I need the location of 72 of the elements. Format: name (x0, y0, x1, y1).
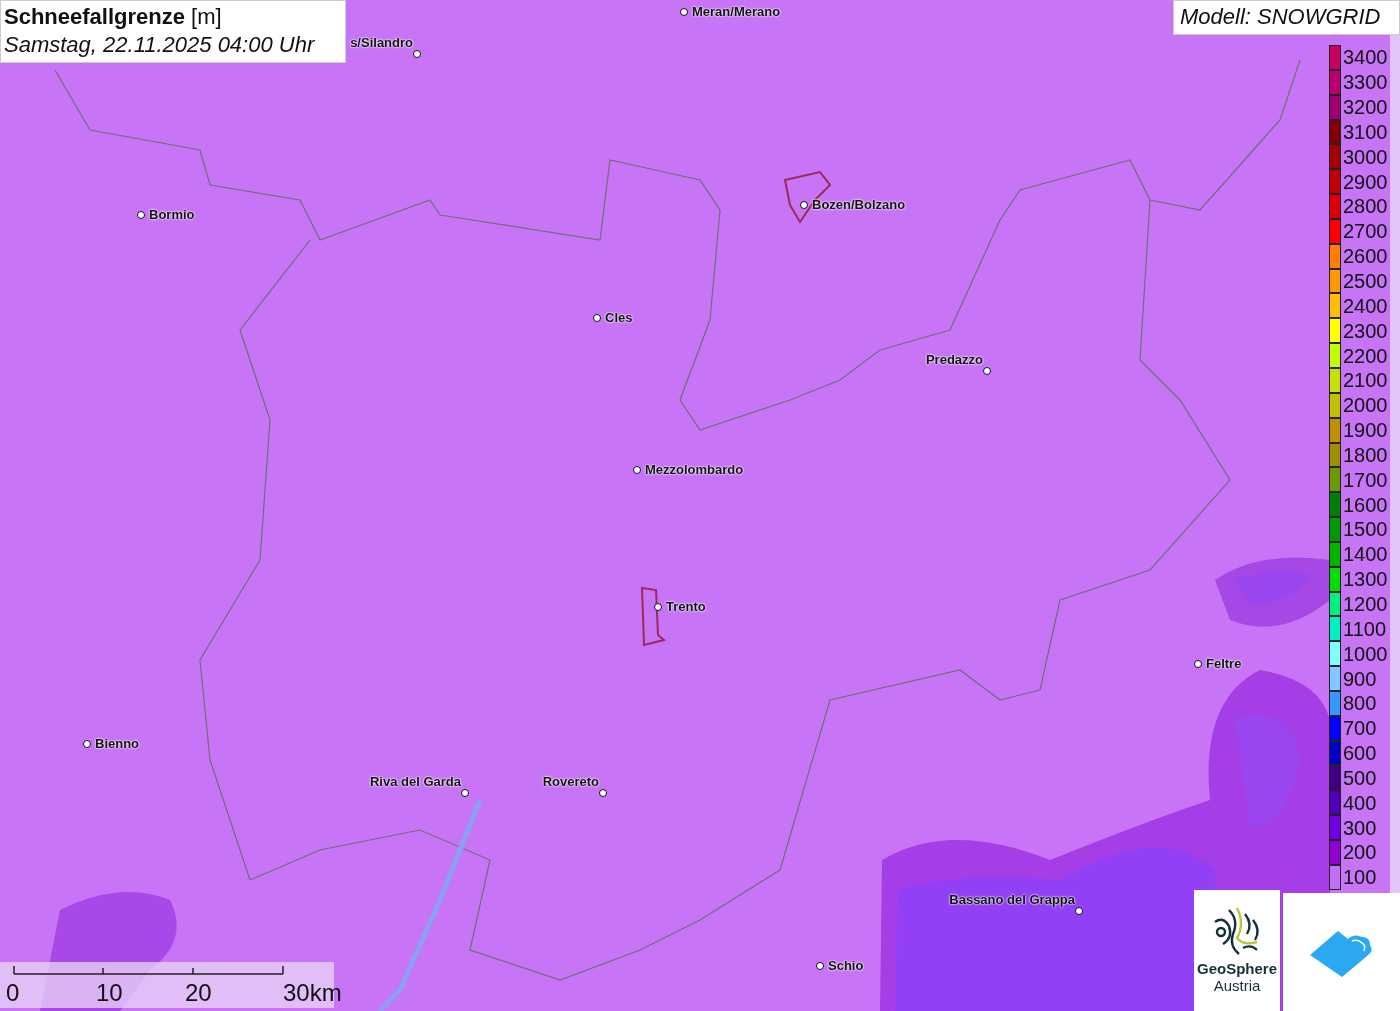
city-label: Riva del Garda (369, 774, 461, 789)
legend-label: 1600 (1343, 493, 1388, 516)
city-label: Rovereto (542, 774, 599, 789)
city-label: Mezzolombardo (645, 462, 744, 477)
city-marker-icon (413, 50, 421, 58)
city-marker-icon (983, 367, 991, 375)
city-marker-icon (83, 740, 91, 748)
legend-label: 2300 (1343, 319, 1388, 342)
legend-label: 2100 (1343, 369, 1388, 392)
scale-label: 30km (283, 980, 342, 1006)
legend-label: 1500 (1343, 518, 1388, 541)
map-title: Schneefallgrenze [m] (4, 3, 223, 31)
city-marker-icon (800, 201, 808, 209)
city-label: Cles (605, 310, 633, 325)
city-label: Bormio (149, 207, 195, 222)
legend-label: 2900 (1343, 170, 1388, 193)
city-marker-icon (593, 314, 601, 322)
city-marker-icon (461, 789, 469, 797)
legend-label: 2200 (1343, 344, 1388, 367)
city-marker-icon (599, 789, 607, 797)
legend-label: 800 (1343, 692, 1377, 715)
legend-label: 3000 (1343, 145, 1388, 168)
city-label: Schio (828, 958, 864, 973)
legend-label: 2800 (1343, 195, 1388, 218)
city-marker-icon (633, 466, 641, 474)
scale-label: 0 (6, 980, 20, 1006)
city-marker-icon (137, 211, 145, 219)
legend-label: 1800 (1343, 443, 1388, 466)
legend-label: 1200 (1343, 593, 1388, 615)
city-marker-icon (680, 8, 688, 16)
legend-label: 500 (1343, 766, 1377, 789)
legend-label: 2700 (1343, 220, 1388, 243)
map-date: Samstag, 22.11.2025 04:00 Uhr (4, 31, 316, 59)
legend-label: 3400 (1343, 46, 1388, 69)
city-label: Bozen/Bolzano (812, 197, 906, 212)
city-marker-icon (654, 603, 662, 611)
legend-label: 1400 (1343, 543, 1388, 566)
legend-label: 2500 (1343, 270, 1388, 292)
legend-label: 1700 (1343, 468, 1388, 491)
legend-label: 3100 (1343, 120, 1388, 143)
legend-label: 400 (1343, 791, 1377, 814)
scale-label: 10 (96, 980, 123, 1006)
city-label: Bienno (95, 736, 140, 751)
legend-label: 3300 (1343, 71, 1388, 94)
legend-label: 1000 (1343, 642, 1388, 665)
city-label: Meran/Merano (692, 4, 781, 19)
city-marker-icon (816, 962, 824, 970)
city-label: Feltre (1206, 656, 1242, 671)
legend-label: 2000 (1343, 394, 1388, 417)
legend-label: 3200 (1343, 96, 1388, 119)
legend-label: 2600 (1343, 245, 1388, 268)
legend-label: 1100 (1343, 617, 1386, 640)
legend-label: 900 (1343, 667, 1377, 690)
city-marker-icon (1075, 907, 1083, 915)
logo-subtitle: Austria (1213, 978, 1261, 994)
city-label: Predazzo (925, 352, 983, 367)
logo-name: GeoSphere (1197, 960, 1277, 978)
legend-label: 1300 (1343, 568, 1388, 591)
legend-label: 2400 (1343, 294, 1388, 317)
city-label: s/Silandro (350, 35, 413, 50)
legend-label: 600 (1343, 742, 1377, 765)
city-marker-icon (1194, 660, 1202, 668)
scale-bar-icon (13, 965, 285, 975)
legend-label: 1900 (1343, 419, 1388, 442)
scale-label: 20 (185, 980, 212, 1006)
legend-label: 300 (1343, 816, 1377, 839)
city-label: Bassano del Grappa (949, 892, 1075, 907)
city-label: Trento (666, 599, 706, 614)
legend-label: 100 (1343, 866, 1377, 889)
model-label: Modell: SNOWGRID (1173, 0, 1400, 35)
legend-label: 700 (1343, 717, 1377, 740)
legend-label: 200 (1343, 841, 1377, 864)
